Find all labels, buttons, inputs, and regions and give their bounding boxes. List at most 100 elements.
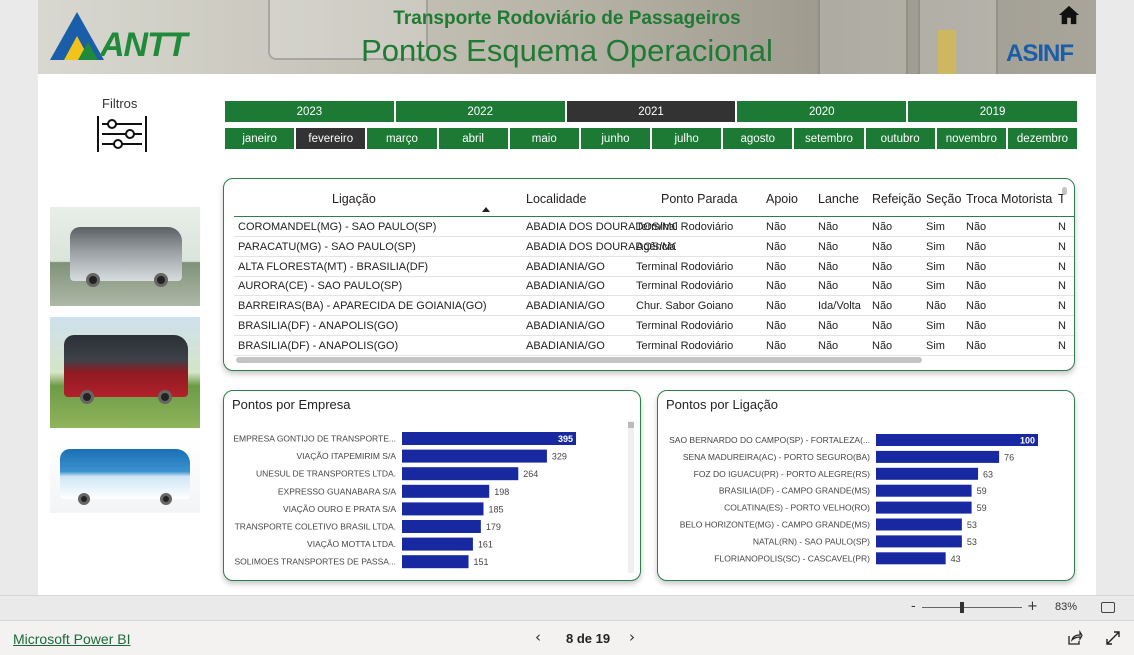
points-by-route-chart: Pontos por Ligação SAO BERNARDO DO CAMPO…: [657, 390, 1075, 581]
zoom-slider-thumb[interactable]: [960, 602, 965, 613]
table-row[interactable]: BARREIRAS(BA) - APARECIDA DE GOIANIA(GO)…: [234, 296, 1074, 317]
column-header[interactable]: Ponto Parada: [661, 192, 737, 206]
table-row[interactable]: BRASILIA(DF) - ANAPOLIS(GO) ABADIANIA/GO T…: [234, 336, 1074, 356]
month-slicer: janeiro fevereiro março abril maio junho julho…: [225, 128, 1078, 149]
year-option[interactable]: 2023: [225, 101, 394, 122]
category-label: BRASILIA(DF) - CAMPO GRANDE(MS): [719, 486, 870, 496]
chart-scrollbar[interactable]: [628, 421, 634, 573]
operational-points-table: Ligação Localidade Ponto Parada Apoio Lanche…: [223, 178, 1075, 371]
month-option[interactable]: setembro: [794, 128, 864, 149]
month-option[interactable]: novembro: [936, 128, 1006, 149]
table-cell: Não: [966, 280, 987, 293]
month-option[interactable]: março: [367, 128, 437, 149]
month-option[interactable]: dezembro: [1007, 128, 1078, 149]
bar[interactable]: [402, 555, 469, 569]
next-page-button[interactable]: ›: [629, 628, 635, 646]
month-option[interactable]: julho: [652, 128, 722, 149]
month-option[interactable]: maio: [509, 128, 579, 149]
table-row[interactable]: ALTA FLORESTA(MT) - BRASILIA(DF) ABADIANI…: [234, 257, 1074, 277]
month-option[interactable]: janeiro: [225, 128, 295, 149]
bar[interactable]: [402, 502, 484, 516]
bus-wheel: [154, 273, 168, 287]
zoom-percent: 83%: [1055, 601, 1078, 613]
data-label: 264: [523, 469, 538, 479]
category-label: VIAÇÃO ITAPEMIRIM S/A: [297, 451, 397, 461]
bar[interactable]: [402, 537, 473, 551]
sliders-icon[interactable]: [94, 114, 150, 154]
column-header[interactable]: Ligação: [332, 192, 376, 206]
bar[interactable]: [876, 552, 946, 565]
table-cell: Não: [766, 339, 787, 352]
fullscreen-icon[interactable]: [1105, 630, 1121, 646]
table-cell: Não: [818, 240, 839, 253]
filters-label: Filtros: [102, 96, 138, 111]
data-label: 161: [478, 540, 493, 550]
zoom-in-button[interactable]: +: [1027, 599, 1038, 614]
table-cell: N: [1058, 320, 1066, 332]
table-row[interactable]: COROMANDEL(MG) - SAO PAULO(SP) ABADIA DOS…: [234, 217, 1074, 237]
data-label: 76: [1004, 452, 1014, 462]
table-cell: Terminal Rodoviário: [636, 320, 734, 332]
month-option[interactable]: junho: [580, 128, 651, 149]
bar[interactable]: [876, 434, 1038, 446]
year-option[interactable]: 2019: [908, 101, 1077, 122]
zoom-slider-track[interactable]: [922, 607, 1022, 608]
data-label: 198: [494, 487, 509, 497]
bar[interactable]: [402, 432, 576, 445]
month-option[interactable]: fevereiro: [296, 128, 366, 149]
points-by-company-chart: Pontos por Empresa EMPRESA GONTIJO DE TR…: [223, 390, 641, 581]
table-row[interactable]: BRASILIA(DF) - ANAPOLIS(GO) ABADIANIA/GO T…: [234, 316, 1074, 336]
column-header[interactable]: Lanche: [818, 192, 859, 206]
year-option[interactable]: 2022: [395, 101, 565, 122]
category-label: TRANSPORTE COLETIVO BRASIL LTDA.: [235, 522, 396, 532]
column-header[interactable]: Troca Motorista: [966, 192, 1052, 206]
table-cell: Chur. Sabor Goiano: [636, 300, 734, 313]
share-icon[interactable]: [1067, 630, 1083, 646]
table-cell: Terminal Rodoviário: [636, 280, 734, 293]
table-cell: Não: [818, 260, 839, 273]
vertical-scrollbar[interactable]: [1062, 187, 1067, 195]
column-header[interactable]: Seção: [926, 192, 961, 206]
column-header[interactable]: Localidade: [526, 192, 586, 206]
month-option[interactable]: agosto: [723, 128, 793, 149]
data-label: 179: [486, 522, 501, 532]
sort-ascending-icon[interactable]: [482, 207, 490, 212]
city-bus-photo: [50, 439, 200, 513]
table-cell: COROMANDEL(MG) - SAO PAULO(SP): [238, 221, 437, 233]
bar[interactable]: [876, 535, 962, 548]
year-option[interactable]: 2020: [737, 101, 907, 122]
table-cell: Ida/Volta: [818, 300, 861, 313]
table-cell: N: [1058, 260, 1066, 273]
table-cell: Sim: [926, 339, 945, 352]
bar[interactable]: [402, 449, 547, 463]
bar[interactable]: [402, 484, 490, 498]
previous-page-button[interactable]: ‹: [535, 628, 541, 646]
zoom-out-button[interactable]: -: [911, 599, 916, 614]
fit-to-page-icon[interactable]: [1101, 602, 1115, 613]
horizontal-scrollbar[interactable]: [236, 357, 922, 363]
category-label: UNESUL DE TRANSPORTES LTDA.: [256, 469, 396, 479]
bar[interactable]: [876, 467, 979, 480]
bar[interactable]: [876, 518, 962, 531]
bar[interactable]: [876, 484, 972, 497]
bar[interactable]: [402, 467, 519, 481]
data-label: 329: [552, 452, 567, 462]
home-icon[interactable]: [1058, 4, 1080, 26]
bar[interactable]: [876, 501, 972, 514]
data-label: 59: [977, 486, 987, 496]
month-option[interactable]: outubro: [865, 128, 935, 149]
column-header[interactable]: Apoio: [766, 192, 798, 206]
table-cell: N: [1058, 300, 1066, 313]
table-row[interactable]: PARACATU(MG) - SAO PAULO(SP) ABADIA DOS D…: [234, 237, 1074, 257]
table-row[interactable]: AURORA(CE) - SAO PAULO(SP) ABADIANIA/GO Te…: [234, 276, 1074, 297]
year-option[interactable]: 2021: [566, 101, 736, 122]
bus-wheel: [86, 273, 100, 287]
table-cell: Não: [766, 221, 787, 233]
bar[interactable]: [876, 450, 1000, 463]
bar[interactable]: [402, 520, 481, 533]
column-header[interactable]: Refeição: [872, 192, 921, 206]
chart-scrollbar-thumb[interactable]: [628, 422, 634, 428]
power-bi-link[interactable]: Microsoft Power BI: [13, 631, 130, 647]
month-option[interactable]: abril: [438, 128, 508, 149]
bus-wheel: [80, 390, 94, 404]
